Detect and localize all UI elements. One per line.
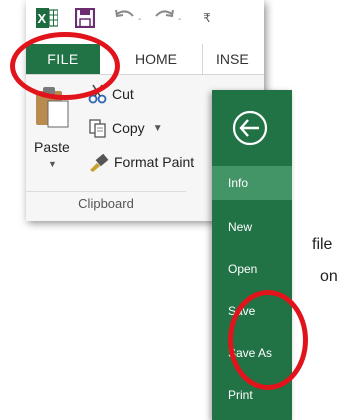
excel-logo-icon: X [36,6,58,30]
tab-insert[interactable]: INSE [216,44,264,74]
copy-label: Copy [112,120,145,136]
redo-icon[interactable]: - [154,6,188,30]
partial-text: file [312,236,333,253]
save-icon[interactable] [74,6,96,30]
backstage-item-new[interactable]: New [212,210,292,244]
svg-text:X: X [38,11,47,26]
brush-icon [90,153,109,172]
paste-button[interactable]: Paste [34,139,70,155]
paste-dropdown-icon[interactable]: ▼ [48,159,57,169]
format-painter-label: Format Paint [114,154,195,170]
backstage-item-open[interactable]: Open [212,252,292,286]
partial-text: on [320,268,338,285]
undo-icon[interactable]: - [114,6,148,30]
clipboard-group-label: Clipboard [26,191,186,211]
copy-button[interactable]: Copy ▼ [88,117,163,139]
quick-access-toolbar: X - - ₹ [26,0,264,36]
copy-icon [89,119,106,138]
highlight-circle-save [228,290,308,390]
back-arrow-icon[interactable] [230,108,270,148]
tab-home[interactable]: HOME [110,44,203,74]
customize-qat-icon[interactable]: ₹ [198,6,216,30]
highlight-circle-file [10,32,120,100]
format-painter-button[interactable]: Format Paint [88,151,194,173]
copy-dropdown-icon[interactable]: ▼ [153,123,163,134]
backstage-item-info[interactable]: Info [212,166,292,200]
cut-label: Cut [112,86,134,102]
svg-text:-: - [178,14,181,25]
svg-text:-: - [138,14,141,25]
